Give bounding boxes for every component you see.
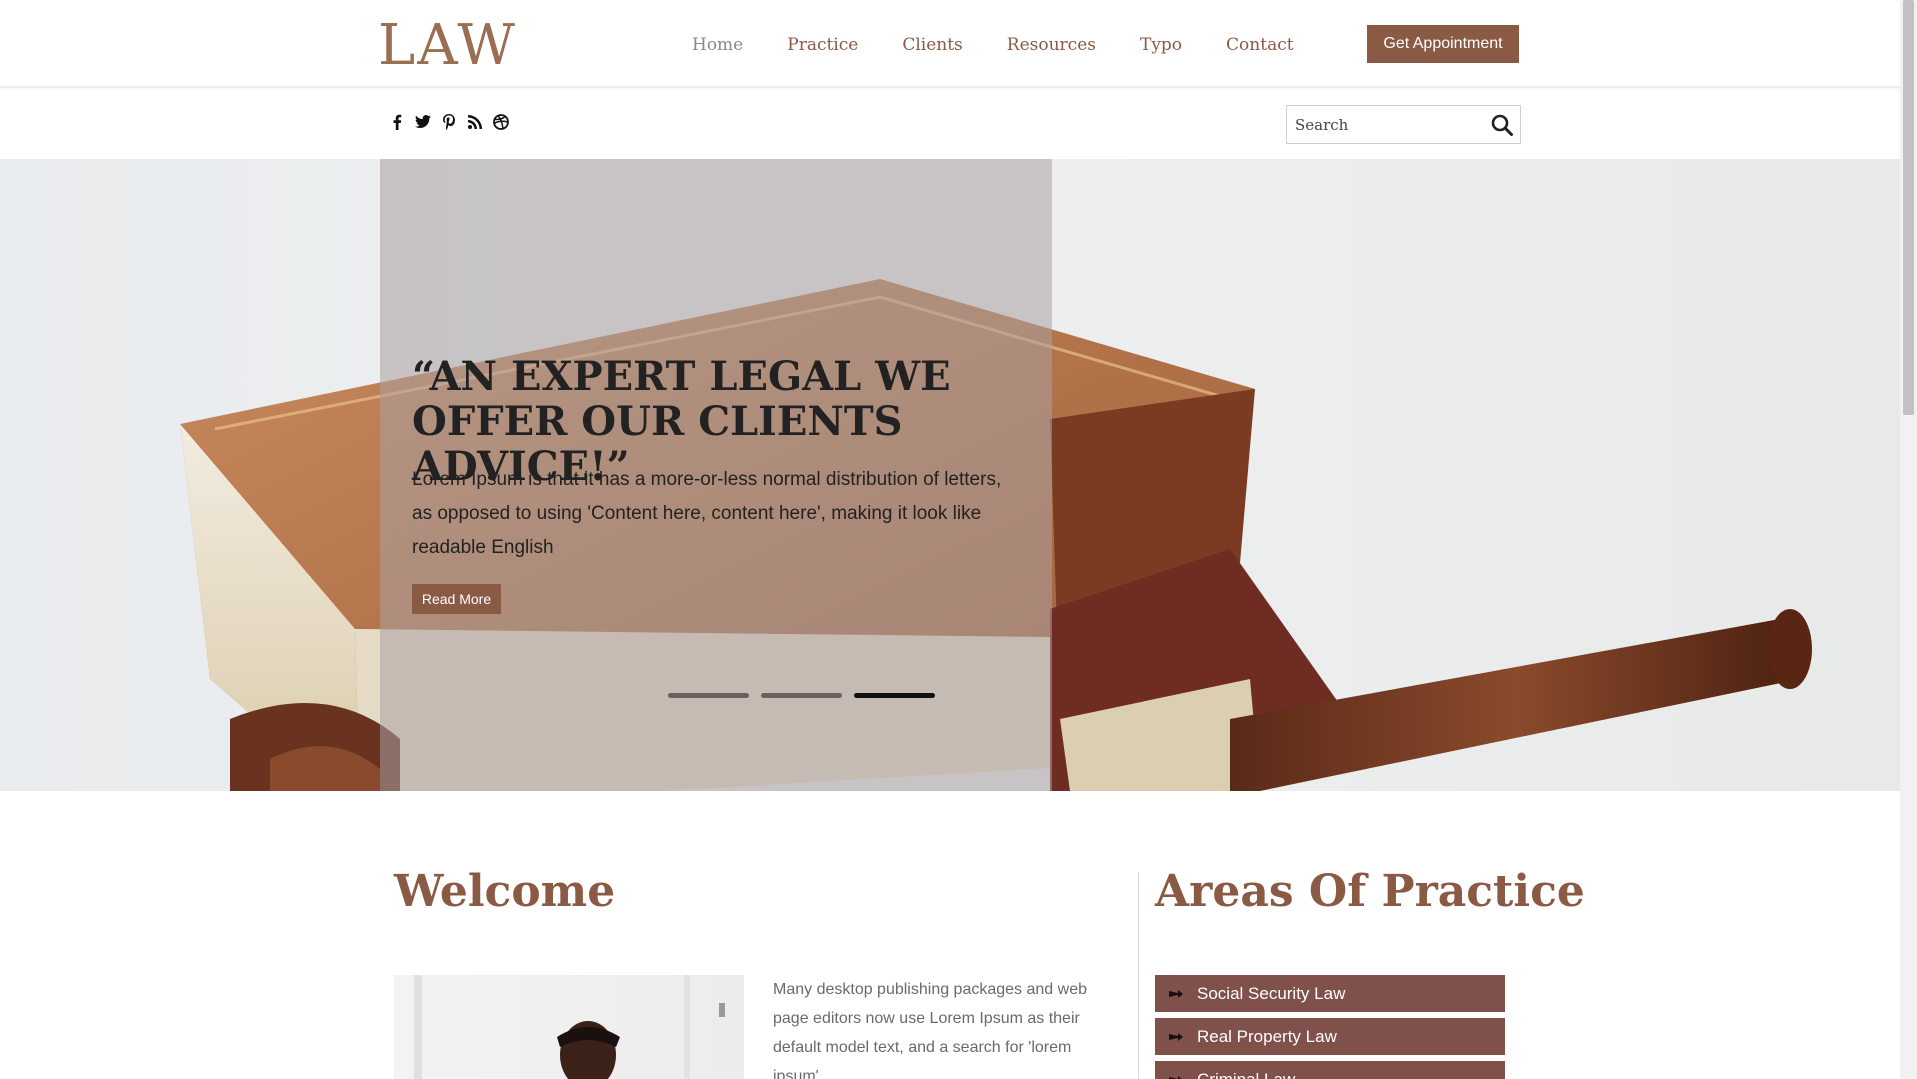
slide-indicator-3[interactable] [854, 693, 935, 698]
practice-item-criminal[interactable]: Criminal Law [1155, 1061, 1505, 1079]
practice-item-label: Criminal Law [1197, 1069, 1296, 1079]
sub-header [0, 90, 1900, 159]
site-logo[interactable]: LAW [378, 14, 517, 78]
welcome-image [394, 975, 744, 1079]
nav-clients[interactable]: Clients [902, 30, 962, 60]
dribbble-icon[interactable] [488, 112, 514, 132]
practice-item-real-property[interactable]: Real Property Law [1155, 1018, 1505, 1055]
practice-item-label: Real Property Law [1197, 1026, 1337, 1046]
twitter-icon[interactable] [410, 112, 436, 132]
arrow-icon [1155, 1032, 1197, 1041]
main-nav: Home Practice Clients Resources Typo Con… [670, 30, 1316, 60]
arrow-icon [1155, 989, 1197, 998]
nav-typo[interactable]: Typo [1140, 30, 1182, 60]
pinterest-icon[interactable] [436, 112, 462, 132]
facebook-icon[interactable] [384, 112, 410, 132]
search-icon[interactable] [1490, 113, 1514, 137]
rss-icon[interactable] [462, 112, 488, 132]
arrow-icon [1155, 1075, 1197, 1079]
practice-item-social-security[interactable]: Social Security Law [1155, 975, 1505, 1012]
nav-resources[interactable]: Resources [1007, 30, 1096, 60]
welcome-text: Many desktop publishing packages and web… [773, 981, 1087, 1079]
areas-heading: Areas Of Practice [1155, 866, 1585, 917]
hero-slider: “AN EXPERT LEGAL WE OFFER OUR CLIENTS AD… [0, 159, 1900, 791]
social-links [384, 112, 514, 132]
section-divider [1138, 872, 1139, 1079]
slide-indicator-2[interactable] [761, 693, 842, 698]
nav-practice[interactable]: Practice [787, 30, 858, 60]
search-box [1286, 105, 1521, 144]
slider-indicators [668, 693, 947, 698]
search-input[interactable] [1287, 106, 1482, 143]
practice-item-label: Social Security Law [1197, 983, 1346, 1003]
nav-contact[interactable]: Contact [1226, 30, 1294, 60]
read-more-button[interactable]: Read More [412, 584, 501, 614]
hero-description: Lorem Ipsum is that it has a more-or-les… [412, 469, 1002, 558]
scrollbar-thumb[interactable] [1903, 0, 1914, 415]
nav-home[interactable]: Home [692, 30, 743, 60]
practice-areas-list: Social Security Law Real Property Law Cr… [1155, 975, 1505, 1079]
top-header: LAW Home Practice Clients Resources Typo… [0, 0, 1900, 88]
welcome-heading: Welcome [394, 866, 616, 917]
get-appointment-button[interactable]: Get Appointment [1367, 25, 1519, 63]
slide-indicator-1[interactable] [668, 693, 749, 698]
